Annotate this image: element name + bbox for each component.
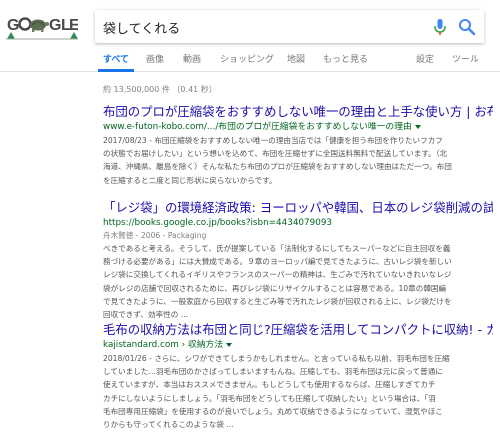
result-url[interactable]: www.e-futon-kobo.com/.../布団のプロが圧縮袋をおすすめし… [103,120,493,134]
search-header: G G L E 袋してくれる すべて 画像 動画 ショッピング 地図 もっと見る… [0,0,500,72]
google-doodle-logo[interactable]: G G L E [6,8,78,40]
result-url-text: https://books.google.co.jp/books?isbn=44… [103,218,333,228]
tab-tools[interactable]: ツール [452,52,479,65]
snippet-line: 袋がレジの店舗で回収されるために、再びレジ袋にリサイクルすることは容易である。1… [103,283,447,293]
tab-all[interactable]: すべて [103,52,129,65]
search-result: 布団のプロが圧縮袋をおすすめしない唯一の理由と上手な使い方 | お布... ww… [103,104,493,187]
snippet-line: していました…羽毛布団のかさばってしまいますもんね。圧縮しても、羽毛布団は元に戻… [103,367,443,377]
search-result: 「レジ袋」の環境経済政策: ヨーロッパや韓国、日本のレジ袋削減の試み https… [103,200,493,321]
mic-icon[interactable] [430,17,450,37]
snippet-line: で見てきたように、一般家庭から回収すると生ごみ等で汚れたレジ袋が回収される上に、… [103,296,452,306]
result-title-link[interactable]: 布団のプロが圧縮袋をおすすめしない唯一の理由と上手な使い方 | お布... [103,104,493,120]
tab-shopping[interactable]: ショッピング [220,52,274,65]
snippet-line: 回収できず、効率性の ... [103,310,189,320]
search-input[interactable]: 袋してくれる [103,18,180,37]
search-icon[interactable] [457,17,477,37]
result-snippet: べきであると考える。そうして、氏が提案している「法制化するにしてもスーパーなどに… [103,242,493,321]
snippet-line: レジ袋に交換してくれるイギリスやフランスのスーパーの精神は、生ごみで汚れていない… [103,270,452,280]
search-box[interactable]: 袋してくれる [95,10,484,43]
search-result: 毛布の収納方法は布団と同じ?圧縮袋を活用してコンパクトに収納! - カ... k… [103,322,493,431]
tab-more[interactable]: もっと見る [323,52,368,65]
result-url-text: kajistandard.com › 収納方法 [103,340,224,350]
snippet-line: 務づける必要がある」には大賛成である。９章のヨーロッパ編で見てきたように、古いレ… [103,257,452,267]
tab-images[interactable]: 画像 [146,52,164,65]
result-snippet: 2018/01/26 - さらに、シワができてしまうかもしれません。と言っている… [103,352,493,431]
result-stats: 約 13,500,000 件 （0.41 秒） [103,85,217,94]
result-meta: 舟木賢徳 - 2006 - Packaging [103,231,207,240]
search-tabs: すべて 画像 動画 ショッピング 地図 もっと見る 設定 ツール [0,52,500,72]
logo-letter-e: E [69,17,78,34]
tab-videos[interactable]: 動画 [183,52,201,65]
active-tab-indicator [98,69,134,72]
snippet-line: の状態でお届けしたい」という想いを込めて、布団を圧縮せずに全国送料無料で配送して… [103,149,448,159]
snippet-line: べきであると考える。そうして、氏が提案している「法制化するにしてもスーパーなどに… [103,244,451,253]
snippet-line: 海道、沖縄県、離島を除く）そんな私たち布団のプロが圧縮袋をおすすめしない理由はた… [103,162,452,172]
logo-letter-g1: G [7,17,19,34]
result-url-text: www.e-futon-kobo.com/.../布団のプロが圧縮袋をおすすめし… [103,122,412,132]
logo-letter-o1 [18,17,32,31]
snippet-line: 使えていますが、本当はおススメできません。もしどうしても使用するならば、圧縮しす… [103,380,436,390]
chevron-down-icon[interactable] [226,342,233,347]
snippet-line: カチにしないようにしましょう。「羽毛布団をどうしても圧縮して収納したい」という場… [103,393,436,403]
result-title-link[interactable]: 「レジ袋」の環境経済政策: ヨーロッパや韓国、日本のレジ袋削減の試み [103,200,493,216]
result-title-link[interactable]: 毛布の収納方法は布団と同じ?圧縮袋を活用してコンパクトに収納! - カ... [103,322,493,338]
tab-maps[interactable]: 地図 [287,52,305,65]
result-url[interactable]: https://books.google.co.jp/books?isbn=44… [103,216,493,230]
snippet-line: 毛布団専用圧縮袋」を使用するのが良いでしょう。丸めて収納できるようになっていて、… [103,406,443,416]
snippet-line: 2017/08/23 - 布団圧縮袋をおすすめしない唯一の理由当店では「健康を担… [103,136,443,145]
result-snippet: 2017/08/23 - 布団圧縮袋をおすすめしない唯一の理由当店では「健康を担… [103,134,493,187]
logo-letter-g2: G [49,17,61,34]
chevron-down-icon[interactable] [414,124,421,129]
snippet-line: りからも守ってくれるこのような袋 ... [103,420,234,430]
snippet-line: 2018/01/26 - さらに、シワができてしまうかもしれません。と言っている… [103,354,450,363]
result-url[interactable]: kajistandard.com › 収納方法 [103,338,493,352]
tab-settings[interactable]: 設定 [416,52,434,65]
snippet-line: を圧縮すると二度と同じ形状に戻らないからです。 [103,175,277,185]
